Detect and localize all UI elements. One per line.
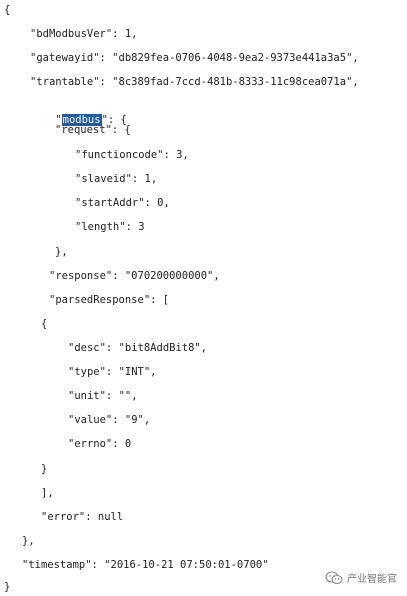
code-line: "functioncode": 3, [75, 149, 189, 161]
code-line: "error": null [41, 511, 124, 523]
code-line: "slaveid": 1, [75, 173, 158, 185]
code-line: "startAddr": 0, [75, 197, 170, 209]
code-line: ], [41, 487, 54, 499]
wechat-icon [325, 570, 343, 584]
code-line: "request": { [55, 124, 131, 136]
watermark: 产业智能官 [325, 570, 397, 585]
code-line: "response": "070200000000", [49, 270, 220, 282]
code-line: } [41, 463, 48, 475]
watermark-label: 产业智能官 [347, 574, 397, 585]
code-line: } [4, 581, 11, 593]
code-line: { [41, 318, 48, 330]
code-line: "trantable": "8c389fad-7ccd-481b-8333-11… [30, 76, 359, 88]
code-line: "timestamp": "2016-10-21 07:50:01-0700" [22, 559, 269, 571]
code-line: "length": 3 [75, 221, 145, 233]
code-line: "desc": "bit8AddBit8", [68, 342, 208, 354]
code-line: "parsedResponse": [ [49, 294, 170, 306]
code-line: { [4, 4, 11, 16]
code-line: "bdModbusVer": 1, [30, 28, 138, 40]
code-line: "gatewayid": "db829fea-0706-4048-9ea2-93… [30, 52, 359, 64]
code-line-modbus: "modbus": { [30, 99, 127, 126]
code-line: "errno": 0 [68, 438, 132, 450]
code-line: }, [22, 535, 35, 547]
code-line: }, [55, 246, 68, 258]
code-line: "value": "9", [68, 414, 151, 426]
code-line: "type": "INT", [68, 366, 157, 378]
code-line: "unit": "", [68, 390, 138, 402]
